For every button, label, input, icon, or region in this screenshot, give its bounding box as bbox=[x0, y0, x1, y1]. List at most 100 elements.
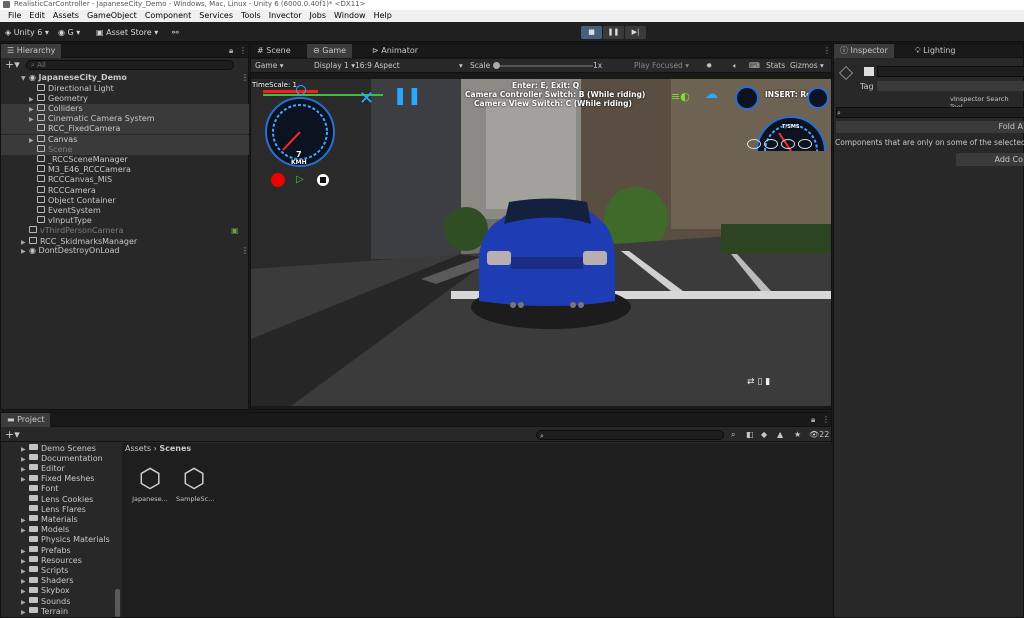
asset-store-button[interactable]: ▣ Asset Store ▾ bbox=[96, 26, 158, 39]
hierarchy-dontdestroy-row[interactable]: ▶ ◉ DontDestroyOnLoad ⋮ bbox=[1, 246, 249, 256]
menu-invector[interactable]: Invector bbox=[265, 10, 306, 22]
hierarchy-search-input[interactable]: ⌕ All bbox=[26, 60, 234, 70]
hierarchy-item[interactable]: RCC_FixedCamera bbox=[1, 124, 249, 135]
hierarchy-item[interactable]: _RCCSceneManager bbox=[1, 154, 249, 165]
tab-game[interactable]: ⊖ Game bbox=[307, 44, 353, 58]
tab-hierarchy[interactable]: ☰ Hierarchy bbox=[1, 44, 62, 58]
hierarchy-item[interactable]: EventSystem bbox=[1, 205, 249, 216]
hierarchy-item[interactable]: vInputType bbox=[1, 216, 249, 226]
gizmos-dropdown[interactable]: Gizmos ▾ bbox=[790, 59, 824, 72]
headlights-icon[interactable]: ≡◐ bbox=[671, 90, 690, 103]
menu-help[interactable]: Help bbox=[370, 10, 396, 22]
display-mode-dropdown[interactable]: Game ▾ bbox=[255, 59, 283, 72]
play-focused-dropdown[interactable]: Play Focused ▾ bbox=[634, 59, 689, 72]
mobile-controls-icon[interactable]: ⇄ ▯ ▮ bbox=[747, 377, 770, 387]
tag-dropdown[interactable] bbox=[877, 81, 1024, 91]
hidden-packages-counter[interactable]: 👁︎22 bbox=[809, 430, 829, 439]
tab-inspector[interactable]: ⓘ Inspector bbox=[834, 44, 894, 58]
keyboard-icon[interactable]: ⌨ bbox=[749, 59, 760, 72]
hierarchy-item[interactable]: M3_E46_RCCCamera bbox=[1, 165, 249, 175]
project-search-input[interactable]: ⌕ bbox=[536, 430, 724, 440]
play-button[interactable]: ■ bbox=[581, 26, 602, 39]
scene-kebab-icon[interactable]: ⋮ bbox=[241, 73, 249, 83]
expand-arrow-icon[interactable]: ▼ bbox=[21, 74, 29, 84]
weather-cloud-icon[interactable]: ☁ bbox=[705, 87, 718, 102]
folder-item[interactable]: Font bbox=[1, 484, 58, 494]
create-asset-button[interactable]: +▾ bbox=[5, 428, 20, 441]
unity-version-button[interactable]: ◈ Unity 6 ▾ bbox=[5, 26, 49, 39]
menu-edit[interactable]: Edit bbox=[25, 10, 49, 22]
add-object-button[interactable]: +▾ bbox=[5, 59, 20, 71]
menu-tools[interactable]: Tools bbox=[237, 10, 265, 22]
hierarchy-item[interactable]: ▶ Geometry bbox=[1, 93, 249, 104]
stats-button[interactable]: Stats bbox=[766, 59, 785, 72]
version-control-icon[interactable]: ⚯ bbox=[172, 26, 179, 39]
pause-game-icon[interactable]: ❚❚ bbox=[393, 86, 422, 106]
search-by-type-icon[interactable]: ⌕ bbox=[731, 430, 735, 440]
expand-arrow-icon[interactable]: ▶ bbox=[21, 247, 29, 257]
menu-component[interactable]: Component bbox=[141, 10, 195, 22]
tab-project[interactable]: ▬ Project bbox=[1, 413, 51, 427]
folder-tree-scrollbar[interactable] bbox=[115, 589, 120, 617]
folder-item[interactable]: ▶ Scripts bbox=[1, 566, 68, 576]
kebab-menu-icon[interactable]: ⋮ bbox=[239, 46, 247, 55]
folder-item[interactable]: ▶ Prefabs bbox=[1, 546, 71, 556]
folder-item[interactable]: ▶ Sounds bbox=[1, 597, 70, 607]
hierarchy-item[interactable]: Scene bbox=[1, 144, 249, 155]
tab-scene[interactable]: # Scene bbox=[251, 44, 297, 58]
replay-stop-button[interactable] bbox=[317, 174, 329, 186]
game-kebab-icon[interactable]: ⋮ bbox=[823, 46, 831, 55]
folder-item[interactable]: ▶ Materials bbox=[1, 515, 78, 525]
tab-animator[interactable]: ⊳ Animator bbox=[366, 44, 424, 58]
folder-item[interactable]: ▶ Editor bbox=[1, 464, 65, 474]
menu-gameobject[interactable]: GameObject bbox=[83, 10, 141, 22]
folder-item[interactable]: ▶ Fixed Meshes bbox=[1, 474, 94, 484]
menu-window[interactable]: Window bbox=[330, 10, 370, 22]
breadcrumb-scenes[interactable]: Scenes bbox=[159, 444, 191, 453]
record-button[interactable] bbox=[271, 173, 285, 187]
game-viewport[interactable]: TimeScale: 1 7 KMH ▷ ✕ ❚❚ Enter: E, Exit… bbox=[251, 79, 831, 406]
breadcrumb-assets[interactable]: Assets bbox=[125, 444, 151, 453]
filter-label-icon[interactable]: ◆ bbox=[761, 430, 767, 439]
project-lock-icon[interactable]: 🔒︎ bbox=[811, 415, 815, 425]
hierarchy-item[interactable]: RCCCanvas_MIS bbox=[1, 175, 249, 185]
folder-item[interactable]: ▶ Models bbox=[1, 525, 69, 535]
aspect-chevron-icon[interactable]: ▾ bbox=[459, 59, 463, 72]
active-checkbox[interactable] bbox=[864, 67, 874, 76]
scene-asset-item[interactable]: ⬡ SampleSc... bbox=[176, 463, 214, 503]
fold-all-button[interactable]: Fold A bbox=[836, 121, 1024, 133]
hierarchy-item[interactable]: ▶ Canvas bbox=[1, 134, 249, 145]
name-input[interactable] bbox=[877, 66, 1024, 77]
menu-file[interactable]: File bbox=[4, 10, 25, 22]
timescale-slider-handle[interactable] bbox=[296, 85, 306, 95]
hierarchy-item[interactable]: ▶ Colliders bbox=[1, 103, 249, 115]
inspector-search-input[interactable]: ⌕ bbox=[836, 107, 1024, 118]
hierarchy-item[interactable]: Object Container bbox=[1, 195, 249, 206]
replay-play-button[interactable]: ▷ bbox=[296, 174, 304, 185]
mute-audio-icon[interactable]: 🔈︎ bbox=[733, 59, 738, 72]
account-button[interactable]: ◉ G ▾ bbox=[58, 26, 80, 39]
menu-assets[interactable]: Assets bbox=[49, 10, 83, 22]
project-kebab-icon[interactable]: ⋮ bbox=[822, 415, 830, 424]
aspect-dropdown[interactable]: 16:9 Aspect bbox=[355, 59, 400, 72]
folder-item[interactable]: ▶ Documentation bbox=[1, 454, 103, 464]
hierarchy-item[interactable]: ▶ Cinematic Camera System bbox=[1, 114, 249, 125]
add-component-button[interactable]: Add Co bbox=[956, 153, 1024, 166]
search-filter-icon[interactable]: ▲ bbox=[777, 430, 783, 439]
prefab-override-icon[interactable]: ▣ bbox=[231, 226, 239, 236]
folder-item[interactable]: ▶ Resources bbox=[1, 556, 82, 566]
menu-services[interactable]: Services bbox=[195, 10, 237, 22]
folder-item[interactable]: Lens Cookies bbox=[1, 495, 93, 505]
folder-item[interactable]: ▶ Demo Scenes bbox=[1, 444, 96, 454]
hierarchy-item[interactable]: RCCCamera bbox=[1, 185, 249, 196]
folder-item[interactable]: ▶ Terrain bbox=[1, 607, 68, 617]
scene-asset-item[interactable]: ⬡ Japanese... bbox=[132, 463, 168, 503]
step-button[interactable]: ▶| bbox=[625, 26, 646, 39]
settings-tools-icon[interactable]: ✕ bbox=[359, 88, 374, 109]
menu-jobs[interactable]: Jobs bbox=[306, 10, 331, 22]
scale-slider-handle[interactable] bbox=[493, 62, 500, 69]
expand-arrow-icon[interactable]: ▶ bbox=[21, 608, 29, 617]
folder-item[interactable]: Lens Flares bbox=[1, 505, 86, 515]
tab-lighting[interactable]: 💡︎ Lighting bbox=[909, 44, 962, 58]
hierarchy-scene-row[interactable]: ▼ ◉ JapaneseCity_Demo ⋮ bbox=[1, 73, 249, 83]
